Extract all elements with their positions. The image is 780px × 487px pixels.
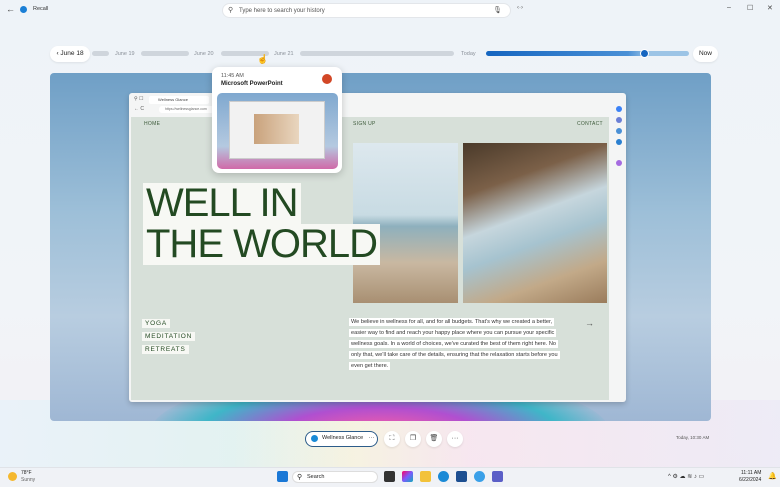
tag-retreats[interactable]: RETREATS: [142, 345, 189, 354]
more-options-icon[interactable]: ‹·›: [517, 5, 523, 11]
search-input[interactable]: ⚲ Type here to search your history 🎙: [222, 3, 511, 18]
timeline-segment[interactable]: [300, 51, 454, 56]
microphone-icon[interactable]: 🎙: [493, 4, 502, 18]
more-icon[interactable]: ···: [447, 431, 463, 447]
timeline-preview-popup[interactable]: 11:45 AM Microsoft PowerPoint: [212, 67, 342, 173]
app-context-label: Wellness Glance: [322, 435, 364, 441]
arrow-right-icon[interactable]: →: [585, 318, 594, 328]
tag-yoga[interactable]: YOGA: [142, 319, 170, 328]
copilot-icon[interactable]: [616, 106, 622, 112]
weather-temp: 78°F: [21, 470, 32, 476]
nav-signup[interactable]: SIGN UP: [353, 121, 376, 127]
yoga-group-image: [463, 143, 607, 303]
edge-icon: [311, 435, 318, 442]
sidebar-icon[interactable]: [616, 128, 622, 134]
search-icon: ⚲: [297, 474, 303, 481]
timeline-label: June 20: [194, 51, 214, 57]
file-explorer-icon[interactable]: [420, 471, 431, 482]
maximize-button[interactable]: ☐: [747, 4, 753, 12]
screenshot-icon[interactable]: ⛶: [384, 431, 400, 447]
powerpoint-icon: [322, 74, 332, 84]
clock-time[interactable]: 11:11 AM: [741, 470, 761, 476]
address-bar[interactable]: https://wellnessglance.com: [159, 106, 214, 113]
task-view-icon[interactable]: [384, 471, 395, 482]
app-more-icon[interactable]: ···: [369, 435, 375, 441]
app-title: Recall: [33, 6, 49, 12]
nav-home[interactable]: HOME: [144, 121, 160, 127]
nav-contact[interactable]: CONTACT: [577, 121, 603, 127]
notification-bell-icon[interactable]: 🔔: [768, 472, 777, 480]
back-arrow-icon[interactable]: ←: [6, 4, 15, 14]
snapshot-timestamp: Today, 10:30 AM: [676, 435, 710, 440]
sidebar-icon[interactable]: [616, 139, 622, 145]
tag-meditation[interactable]: MEDITATION: [142, 332, 196, 341]
preview-time: 11:45 AM: [221, 73, 244, 79]
search-placeholder: Type here to search your history: [239, 8, 325, 14]
start-icon[interactable]: [277, 471, 288, 482]
browser-nav-icon[interactable]: ← C: [134, 106, 144, 112]
timeline-slider-thumb[interactable]: [640, 49, 649, 58]
close-button[interactable]: ✕: [767, 4, 773, 12]
copilot-icon[interactable]: [402, 471, 413, 482]
delete-icon[interactable]: 🗑: [426, 431, 442, 447]
app-context-button[interactable]: Wellness Glance ···: [305, 431, 378, 447]
now-button[interactable]: Now: [693, 46, 718, 62]
timeline-segment[interactable]: [92, 51, 109, 56]
timeline-start-label: June 18: [60, 50, 84, 57]
browser-profile-icon[interactable]: ⚲ ☐: [134, 96, 144, 102]
cursor-hand-icon: ☝: [257, 54, 269, 64]
clock-date[interactable]: 6/22/2024: [739, 477, 761, 483]
search-icon: ⚲: [228, 7, 234, 14]
preview-thumbnail: [217, 93, 338, 169]
minimize-button[interactable]: –: [727, 4, 731, 11]
browser-tab[interactable]: Wellness Glance: [149, 96, 209, 104]
weather-sun-icon[interactable]: [8, 472, 17, 481]
headline-line-2: THE WORLD: [143, 224, 380, 265]
tray-icons[interactable]: ^ ⚙ ☁ ≋ ♪ ▭: [668, 473, 704, 480]
sidebar-icon[interactable]: [616, 160, 622, 166]
taskbar-search[interactable]: ⚲ Search: [292, 471, 378, 483]
timeline-back-button[interactable]: ‹ June 18: [50, 46, 90, 62]
recall-logo-icon: [20, 6, 27, 13]
sidebar-icon[interactable]: [616, 117, 622, 123]
timeline-label: Today: [461, 51, 476, 57]
store-icon[interactable]: [456, 471, 467, 482]
timeline-label: June 19: [115, 51, 135, 57]
edge-icon[interactable]: [438, 471, 449, 482]
teams-icon[interactable]: [492, 471, 503, 482]
recall-icon[interactable]: [474, 471, 485, 482]
headline-line-1: WELL IN: [143, 183, 301, 224]
timeline-segment[interactable]: [141, 51, 189, 56]
copy-icon[interactable]: ❐: [405, 431, 421, 447]
timeline-slider-track[interactable]: [486, 51, 689, 56]
preview-app-name: Microsoft PowerPoint: [221, 81, 283, 87]
timeline-label: June 21: [274, 51, 294, 57]
intro-paragraph: We believe in wellness for all, and for …: [349, 318, 560, 370]
weather-text: Sunny: [21, 477, 36, 483]
